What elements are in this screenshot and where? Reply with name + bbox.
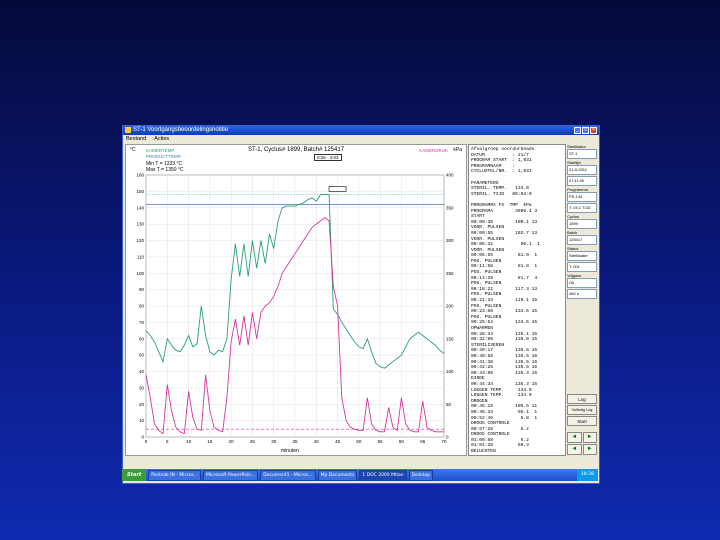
chart-svg: 0 5 10 15 20 25 30 35 40 45 50 55 60 65 70010203040506… [136, 173, 454, 445]
window-controls: _ □ × [574, 127, 597, 134]
title-bar: ST-1 Voortgangsbeoordelingsnotitie _ □ × [123, 126, 599, 135]
x-tick-label: 30 [271, 439, 277, 444]
side-field-value: Sterilisatie [567, 251, 597, 261]
side-fields: Sterilisator ST-1 Starttijd 21-9-2011 07:11:… [567, 144, 597, 299]
side-field-value: 21-9-2011 [567, 165, 597, 175]
x-tick-label: 40 [314, 439, 320, 444]
start-button[interactable]: Start [567, 416, 597, 426]
taskbar-item-powerpoint[interactable]: Microsoft PowerPoin... [203, 469, 259, 481]
log-button-label: Log [578, 397, 586, 402]
y-left-tick-label: 40 [139, 369, 145, 374]
y-left-tick-label: 130 [136, 222, 144, 227]
menu-bar: Bestand Acties [123, 135, 599, 143]
x-tick-label: 25 [250, 439, 256, 444]
x-tick-label: 35 [292, 439, 298, 444]
system-clock: 18:38 [577, 469, 598, 481]
y-left-tick-label: 30 [139, 385, 145, 390]
side-panel: Sterilisator ST-1 Starttijd 21-9-2011 07:11:… [567, 144, 597, 456]
y-left-tick-label: 90 [139, 287, 145, 292]
x-tick-label: 0 [145, 439, 148, 444]
y-left-tick-label: 80 [139, 304, 145, 309]
x-tick-label: 45 [335, 439, 341, 444]
y-left-tick-label: 10 [139, 418, 145, 423]
app-icon [125, 127, 131, 133]
maximize-button[interactable]: □ [582, 127, 589, 134]
x-tick-label: 15 [207, 439, 213, 444]
arrow-left-icon[interactable]: ◄ [567, 432, 582, 443]
event-log[interactable]: Afvalgroep voordurbeads DATUM : 21/7 PROG… [468, 144, 566, 456]
y-left-tick-label: 60 [139, 336, 145, 341]
taskbar-item-outlook[interactable]: Postvak IN - Micros... [148, 469, 202, 481]
y-left-tick-label: 50 [139, 353, 145, 358]
x-tick-label: 10 [186, 439, 192, 444]
taskbar-item-my-documents[interactable]: My Documents [317, 469, 358, 481]
side-field-value: 125417 [567, 235, 597, 245]
x-tick-label: 70 [441, 439, 447, 444]
menu-acties[interactable]: Acties [154, 135, 169, 143]
y-left-tick-label: 150 [136, 189, 144, 194]
minimize-button[interactable]: _ [574, 127, 581, 134]
y-right-tick-label: 0 [446, 435, 449, 440]
taskbar-item-desktop[interactable]: Desktop [408, 469, 434, 481]
log-line: 01:09:52 6.0 [471, 455, 563, 456]
y-left-tick-label: 140 [136, 205, 144, 210]
side-field-value: T: 001 [567, 262, 597, 272]
x-tick-label: 20 [229, 439, 235, 444]
side-field-value: 480 s [567, 289, 597, 299]
y-right-tick-label: 100 [446, 369, 454, 374]
side-field-value: 07:11:00 [567, 176, 597, 186]
full-log-button-label: Volledig Log [571, 408, 593, 412]
full-log-button[interactable]: Volledig Log [567, 405, 597, 415]
side-field-value: 1899 [567, 219, 597, 229]
menu-bestand[interactable]: Bestand [126, 135, 146, 143]
y-right-tick-label: 50 [446, 402, 452, 407]
close-button[interactable]: × [590, 127, 597, 134]
x-tick-label: 50 [356, 439, 362, 444]
y-right-tick-label: 150 [446, 336, 454, 341]
x-axis-label: minuten [281, 448, 299, 454]
y-left-tick-label: 120 [136, 238, 144, 243]
x-tick-label: 60 [399, 439, 405, 444]
side-field-value: T: 04,1 TIJD [567, 203, 597, 213]
chart-panel: ST-1, Cyclus# 1899, Batch# 125417 KAMERT… [125, 144, 467, 456]
navigation-arrows: ◄ ► ◄ ► [567, 432, 597, 455]
y-left-tick-label: 110 [137, 254, 145, 259]
taskbar-item-word[interactable]: Document1 - Micros... [260, 469, 316, 481]
log-button[interactable]: Log [567, 394, 597, 404]
x-tick-label: 5 [166, 439, 169, 444]
arrow-right-icon-2[interactable]: ► [582, 444, 597, 455]
taskbar-item-active[interactable]: 1 DOC 2000 Mtian [359, 469, 407, 481]
arrow-left-icon-2[interactable]: ◄ [567, 444, 582, 455]
taskbar: Start Postvak IN - Micros... Microsoft P… [122, 469, 598, 481]
y-right-tick-label: 400 [446, 173, 454, 178]
side-field-value: Ok [567, 278, 597, 288]
x-tick-label: 55 [378, 439, 384, 444]
y-left-tick-label: 70 [139, 320, 145, 325]
start-button-label: Start [577, 419, 587, 424]
side-field-value: PS-134 [567, 192, 597, 202]
y-left-tick-label: 160 [136, 173, 144, 178]
window-title: ST-1 Voortgangsbeoordelingsnotitie [133, 127, 229, 133]
y-left-tick-label: 100 [136, 271, 144, 276]
log-lines: DATUM : 21/7 PROGRAM START : 1,931 PROGRAM… [471, 153, 563, 456]
arrow-right-icon[interactable]: ► [582, 432, 597, 443]
y-right-tick-label: 200 [446, 304, 454, 309]
y-right-tick-label: 300 [446, 238, 454, 243]
app-window: ST-1 Voortgangsbeoordelingsnotitie _ □ ×… [122, 125, 600, 484]
y-right-tick-label: 250 [446, 271, 454, 276]
x-tick-label: 65 [420, 439, 426, 444]
start-menu-button[interactable]: Start [122, 469, 147, 481]
y-right-tick-label: 350 [446, 205, 454, 210]
side-field-value: ST-1 [567, 149, 597, 159]
y-left-tick-label: 20 [139, 402, 145, 407]
